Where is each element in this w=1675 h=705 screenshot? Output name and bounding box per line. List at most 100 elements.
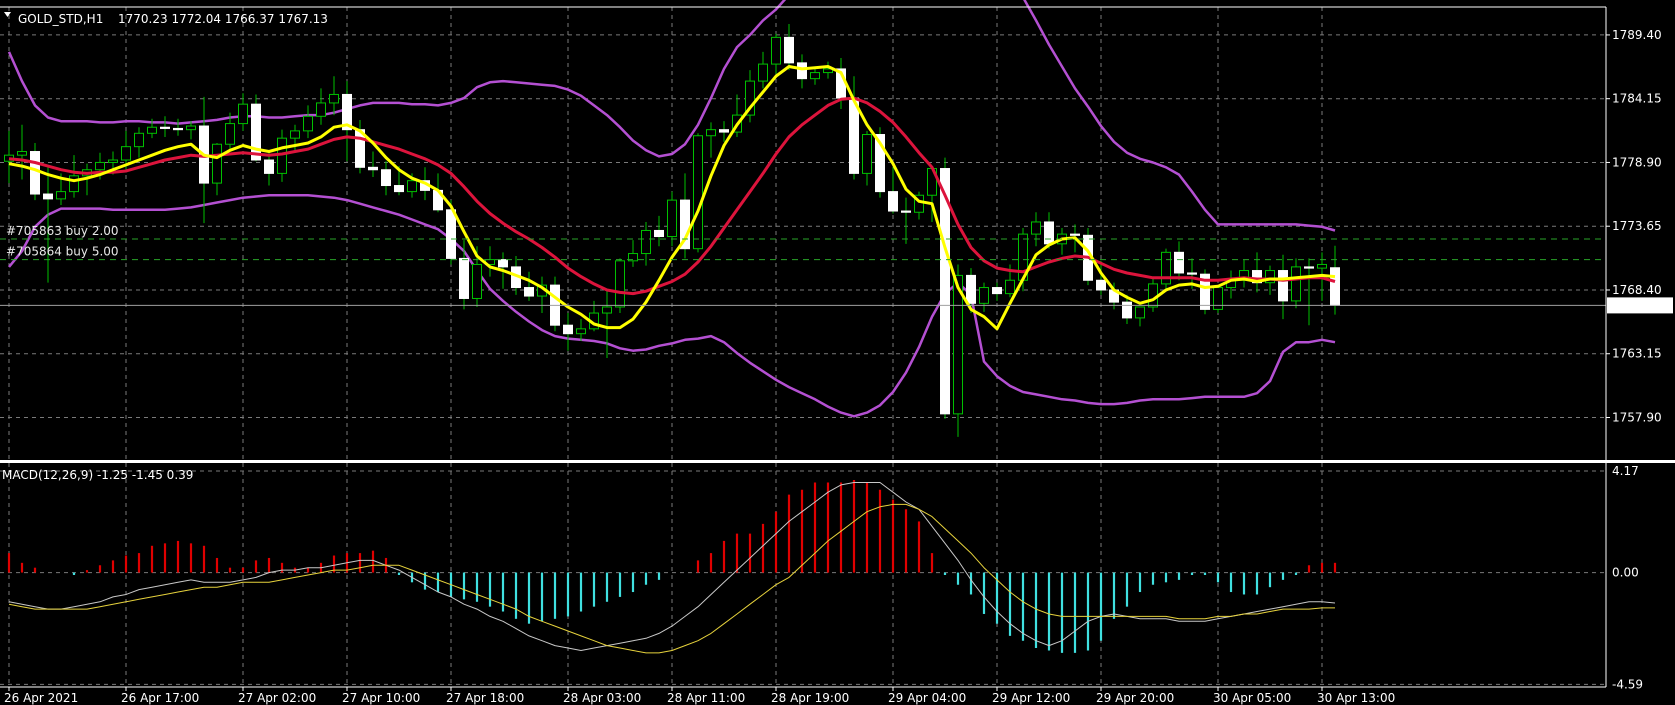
candle-body xyxy=(472,263,482,299)
candle-body xyxy=(992,287,1002,295)
candle-body xyxy=(212,143,222,184)
candle-body xyxy=(1096,279,1106,291)
candle-body xyxy=(173,127,183,131)
candle-body xyxy=(134,132,144,148)
order-lines[interactable]: #705863 buy 2.00 #705864 buy 5.00 xyxy=(0,224,1606,306)
candle-body xyxy=(563,324,573,335)
candle-body xyxy=(719,129,729,133)
candle-body xyxy=(1122,301,1132,319)
time-tick-label: 28 Apr 03:00 xyxy=(563,691,641,705)
candle-body xyxy=(290,130,300,139)
candle-body xyxy=(1174,251,1184,274)
candle-body xyxy=(69,175,79,193)
macd-tick-label: 4.17 xyxy=(1612,464,1639,478)
candle-body xyxy=(1291,266,1301,302)
candle-body xyxy=(888,191,898,212)
current-price-label: 1767.13 xyxy=(1612,298,1662,312)
collapse-triangle-icon[interactable] xyxy=(4,12,11,17)
time-tick-label: 30 Apr 13:00 xyxy=(1317,691,1395,705)
candle-body xyxy=(758,63,768,82)
price-tick-label: 1773.65 xyxy=(1612,219,1662,233)
candle-body xyxy=(303,115,313,132)
macd-tick-label: -4.59 xyxy=(1612,677,1643,691)
time-tick-label: 29 Apr 04:00 xyxy=(888,691,966,705)
price-tick-label: 1763.15 xyxy=(1612,347,1662,361)
candle-body xyxy=(1278,270,1288,302)
candle-body xyxy=(43,193,53,200)
candle-body xyxy=(251,103,261,161)
price-tick-label: 1768.40 xyxy=(1612,283,1662,297)
time-tick-label: 27 Apr 02:00 xyxy=(238,691,316,705)
time-tick-label: 28 Apr 11:00 xyxy=(667,691,745,705)
candle-body xyxy=(576,328,586,335)
order-label[interactable]: #705864 buy 5.00 xyxy=(6,245,119,259)
candle-body xyxy=(615,260,625,308)
candle-body xyxy=(771,36,781,65)
candle-body xyxy=(238,103,248,125)
candle-body xyxy=(641,229,651,255)
candle-body xyxy=(797,62,807,80)
candle-body xyxy=(316,102,326,117)
price-tick-label: 1778.90 xyxy=(1612,155,1662,169)
candle-body xyxy=(186,125,196,131)
candle-body xyxy=(1135,306,1145,319)
candle-body xyxy=(1330,267,1340,306)
candle-body xyxy=(966,274,976,304)
time-tick-label: 29 Apr 20:00 xyxy=(1096,691,1174,705)
order-label[interactable]: #705863 buy 2.00 xyxy=(6,224,119,238)
candle-body xyxy=(1304,266,1314,269)
price-tick-label: 1784.15 xyxy=(1612,92,1662,106)
candle-body xyxy=(459,257,469,299)
candle-body xyxy=(225,123,235,145)
candle-body xyxy=(1005,279,1015,295)
trading-chart[interactable]: #705863 buy 2.00 #705864 buy 5.00 1789.40… xyxy=(0,0,1675,705)
time-tick-label: 27 Apr 10:00 xyxy=(342,691,420,705)
candle-body xyxy=(407,180,417,193)
panel-separator xyxy=(0,460,1675,463)
candles xyxy=(4,24,1340,437)
time-tick-label: 26 Apr 2021 xyxy=(4,691,78,705)
candle-body xyxy=(108,159,118,163)
time-tick-label: 29 Apr 12:00 xyxy=(992,691,1070,705)
candle-body xyxy=(95,161,105,171)
candle-body xyxy=(264,159,274,174)
chart-header: GOLD_STD,H1 1770.23 1772.04 1766.37 1767… xyxy=(4,12,328,26)
time-tick-label: 27 Apr 18:00 xyxy=(446,691,524,705)
candle-body xyxy=(1044,221,1054,245)
ohlc-header: 1770.23 1772.04 1766.37 1767.13 xyxy=(118,12,328,26)
candle-body xyxy=(706,129,716,137)
price-tick-label: 1757.90 xyxy=(1612,410,1662,424)
candle-body xyxy=(667,199,677,238)
candle-body xyxy=(602,306,612,314)
candle-body xyxy=(953,274,963,415)
price-tick-label: 1789.40 xyxy=(1612,28,1662,42)
time-tick-label: 30 Apr 05:00 xyxy=(1213,691,1291,705)
candle-body xyxy=(693,135,703,250)
candle-body xyxy=(1070,233,1080,236)
candle-body xyxy=(901,210,911,213)
macd-title: MACD(12,26,9) -1.25 -1.45 0.39 xyxy=(2,468,193,482)
candle-body xyxy=(17,151,27,156)
candle-body xyxy=(147,126,157,134)
candle-body xyxy=(498,259,508,268)
candle-body xyxy=(1213,287,1223,310)
candle-body xyxy=(160,126,170,129)
time-tick-label: 26 Apr 17:00 xyxy=(121,691,199,705)
candle-body xyxy=(1317,263,1327,269)
candle-body xyxy=(446,209,456,259)
candle-body xyxy=(654,229,664,238)
candle-body xyxy=(524,287,534,297)
candle-body xyxy=(368,166,378,171)
candle-body xyxy=(1187,272,1197,275)
candle-body xyxy=(121,146,131,161)
candle-body xyxy=(979,287,989,304)
candle-body xyxy=(1031,221,1041,235)
candle-body xyxy=(329,93,339,104)
time-tick-label: 28 Apr 19:00 xyxy=(771,691,849,705)
candle-body xyxy=(1148,283,1158,308)
macd-tick-label: 0.00 xyxy=(1612,566,1639,580)
candle-body xyxy=(394,185,404,193)
candle-body xyxy=(784,36,794,64)
candle-body xyxy=(30,151,40,195)
candle-body xyxy=(381,169,391,187)
